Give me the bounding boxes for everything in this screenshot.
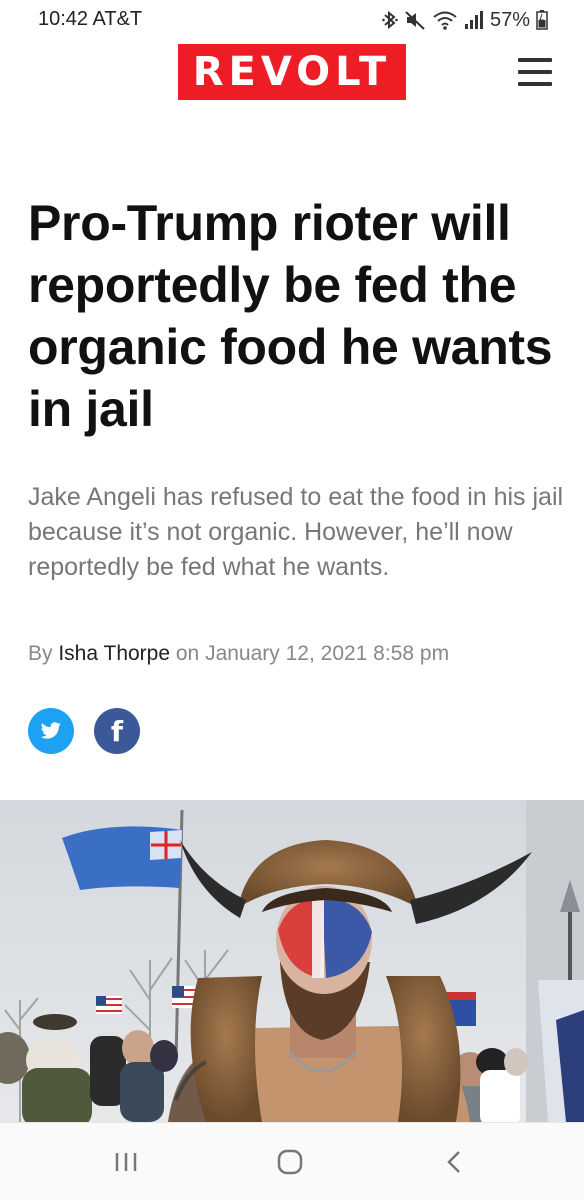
hamburger-icon-bar xyxy=(518,58,552,62)
battery-percent: 57% xyxy=(489,8,530,31)
hamburger-icon-bar xyxy=(518,82,552,86)
home-button[interactable] xyxy=(270,1147,310,1177)
signal-icon xyxy=(464,11,483,29)
publish-date: January 12, 2021 8:58 pm xyxy=(205,642,450,665)
share-buttons: f xyxy=(28,708,140,754)
twitter-share-button[interactable] xyxy=(28,708,74,754)
recent-apps-button[interactable] xyxy=(106,1147,146,1177)
twitter-icon xyxy=(40,722,61,739)
revolt-logo[interactable]: REVOLT xyxy=(178,44,406,100)
menu-button[interactable] xyxy=(518,56,552,88)
mute-icon xyxy=(405,11,425,30)
author-link[interactable]: Isha Thorpe xyxy=(58,642,170,665)
home-icon xyxy=(277,1149,303,1175)
byline-prefix: By xyxy=(28,642,59,665)
article-headline: Pro-Trump rioter will reportedly be fed … xyxy=(28,195,553,437)
back-icon xyxy=(447,1151,460,1173)
back-button[interactable] xyxy=(434,1147,474,1177)
bluetooth-icon xyxy=(382,10,398,30)
article-summary: Jake Angeli has refused to eat the food … xyxy=(28,483,564,581)
status-time: 10:42 AT&T xyxy=(38,8,143,30)
byline-mid: on xyxy=(170,642,206,665)
recent-apps-icon xyxy=(115,1153,137,1171)
status-icons: 57% xyxy=(382,7,548,33)
system-nav-bar xyxy=(0,1122,584,1200)
battery-icon xyxy=(536,10,548,30)
hero-photo-illustration xyxy=(0,800,584,1122)
wifi-icon xyxy=(433,11,457,30)
facebook-icon: f xyxy=(110,714,124,748)
article-byline: By Isha Thorpe on January 12, 2021 8:58 … xyxy=(28,642,449,666)
article-hero-image xyxy=(0,800,584,1122)
facebook-share-button[interactable]: f xyxy=(94,708,140,754)
hamburger-icon-bar xyxy=(518,70,552,74)
site-header: REVOLT xyxy=(0,40,584,110)
status-bar: 10:42 AT&T 57% xyxy=(0,0,584,40)
